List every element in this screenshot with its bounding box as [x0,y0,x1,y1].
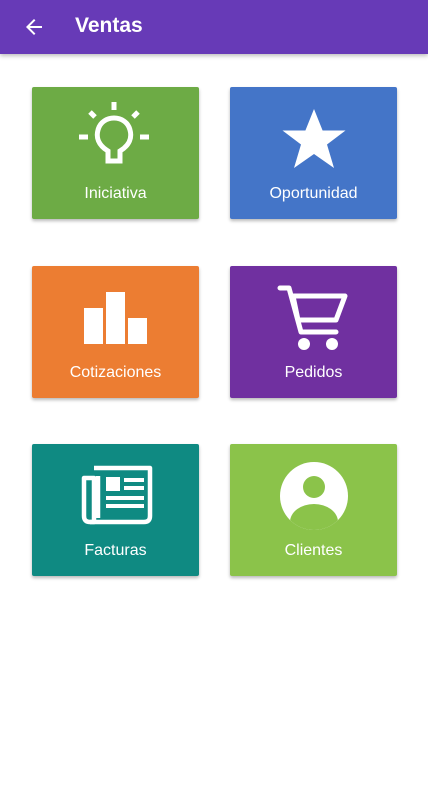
tile-facturas[interactable]: Facturas [32,444,199,576]
tile-label: Iniciativa [84,185,147,202]
lightbulb-icon [78,102,149,164]
back-button[interactable] [14,7,54,47]
tile-label: Pedidos [284,364,343,381]
page-title: Ventas [75,14,143,37]
tile-iniciativa[interactable]: Iniciativa [32,87,199,219]
tile-label: Facturas [84,542,147,559]
app-bar: Ventas [0,0,428,54]
tile-label: Clientes [284,542,343,559]
tile-oportunidad[interactable]: Oportunidad [230,87,397,219]
tile-pedidos[interactable]: Pedidos [230,266,397,398]
tile-label: Cotizaciones [69,364,162,381]
tile-clientes[interactable]: Clientes [230,444,397,576]
tile-label: Oportunidad [269,185,358,202]
tile-cotizaciones[interactable]: Cotizaciones [32,266,199,398]
arrow-left-icon [26,19,42,35]
user-circle-icon [279,462,348,530]
newspaper-icon [81,465,152,525]
star-icon [282,109,345,168]
bar-chart-icon [83,292,147,344]
shopping-cart-icon [277,285,347,350]
